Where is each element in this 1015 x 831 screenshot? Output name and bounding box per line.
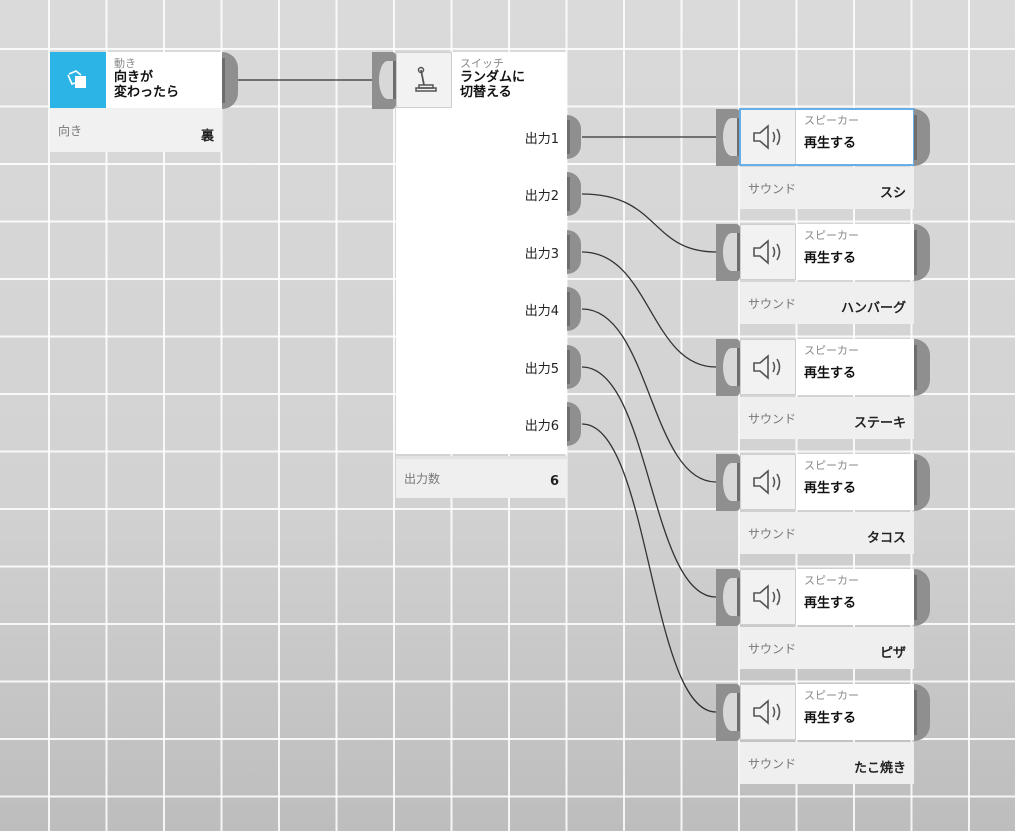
speaker-icon <box>740 454 796 510</box>
speaker-category-label: スピーカー <box>804 229 859 242</box>
speaker-sound-label: サウンド <box>748 411 797 426</box>
motion-param-label: 向き <box>58 123 83 138</box>
motion-category-label: 動き <box>114 57 136 70</box>
motion-param-row[interactable]: 向き 裏 <box>50 108 222 152</box>
switch-node-header[interactable]: スイッチ ランダムに 切替える <box>396 52 567 108</box>
switch-output-port-4[interactable] <box>567 287 581 331</box>
speaker-title: 再生する <box>804 136 857 151</box>
speaker-category-label: スピーカー <box>804 459 859 472</box>
switch-param-row[interactable]: 出力数 6 <box>396 456 567 498</box>
motion-title: 向きが 変わったら <box>114 70 180 100</box>
speaker-input-port[interactable] <box>716 224 740 281</box>
switch-output-port-6[interactable] <box>567 402 581 446</box>
speaker-output-port[interactable] <box>914 224 930 281</box>
speaker-node-header[interactable]: スピーカー 再生する <box>740 569 914 625</box>
speaker-sound-label: サウンド <box>748 526 797 541</box>
speaker-input-port[interactable] <box>716 339 740 396</box>
speaker-sound-value: ハンバーグ <box>840 300 906 316</box>
speaker-sound-value: ピザ <box>879 645 906 661</box>
switch-output-label-1: 出力1 <box>524 132 559 147</box>
speaker-category-label: スピーカー <box>804 344 859 357</box>
switch-output-label-6: 出力6 <box>524 419 559 434</box>
speaker-sound-label: サウンド <box>748 296 797 311</box>
switch-output-label-4: 出力4 <box>524 304 559 319</box>
lever-switch-icon <box>396 52 452 108</box>
switch-output-port-3[interactable] <box>567 230 581 274</box>
speaker-sound-value: ステーキ <box>853 415 906 431</box>
speaker-title: 再生する <box>804 251 857 266</box>
switch-output-label-3: 出力3 <box>524 247 559 262</box>
speaker-output-port[interactable] <box>914 569 930 626</box>
switch-param-value: 6 <box>549 474 559 489</box>
switch-input-port[interactable] <box>372 52 396 109</box>
speaker-title: 再生する <box>804 711 857 726</box>
speaker-param-row[interactable]: サウンド ピザ <box>740 627 914 669</box>
speaker-param-row[interactable]: サウンド タコス <box>740 512 914 554</box>
motion-node-header[interactable]: 動き 向きが 変わったら <box>50 52 222 108</box>
speaker-param-row[interactable]: サウンド たこ焼き <box>740 742 914 784</box>
speaker-output-port[interactable] <box>914 109 930 166</box>
wire-output2-to-speaker2 <box>581 193 717 253</box>
speaker-param-row[interactable]: サウンド ステーキ <box>740 397 914 439</box>
switch-output-label-2: 出力2 <box>524 189 559 204</box>
switch-output-port-1[interactable] <box>567 115 581 159</box>
speaker-category-label: スピーカー <box>804 689 859 702</box>
speaker-title: 再生する <box>804 481 857 496</box>
wire-output5-to-speaker5 <box>581 366 717 598</box>
speaker-category-label: スピーカー <box>804 114 859 127</box>
speaker-input-port[interactable] <box>716 109 740 166</box>
speaker-input-port[interactable] <box>716 454 740 511</box>
speaker-output-port[interactable] <box>914 684 930 741</box>
speaker-node-header[interactable]: スピーカー 再生する <box>740 454 914 510</box>
wire-output6-to-speaker6 <box>581 423 717 713</box>
wire-output3-to-speaker3 <box>581 251 717 368</box>
switch-outputs-panel: 出力1 出力2 出力3 出力4 出力5 出力6 <box>396 108 567 454</box>
speaker-icon <box>740 109 796 165</box>
speaker-sound-label: サウンド <box>748 641 797 656</box>
switch-output-label-5: 出力5 <box>524 362 559 377</box>
switch-output-port-5[interactable] <box>567 345 581 389</box>
speaker-icon <box>740 684 796 740</box>
speaker-icon <box>740 339 796 395</box>
switch-title: ランダムに 切替える <box>460 70 526 100</box>
speaker-param-row[interactable]: サウンド ハンバーグ <box>740 282 914 324</box>
speaker-input-port[interactable] <box>716 569 740 626</box>
motion-param-value: 裏 <box>200 128 214 144</box>
speaker-input-port[interactable] <box>716 684 740 741</box>
speaker-node-header[interactable]: スピーカー 再生する <box>740 339 914 395</box>
motion-output-port[interactable] <box>222 52 238 109</box>
speaker-sound-value: スシ <box>879 185 906 201</box>
speaker-sound-label: サウンド <box>748 181 797 196</box>
speaker-sound-value: たこ焼き <box>853 760 906 776</box>
switch-category-label: スイッチ <box>460 57 504 70</box>
speaker-title: 再生する <box>804 366 857 381</box>
speaker-icon <box>740 569 796 625</box>
speaker-node-header[interactable]: スピーカー 再生する <box>739 108 915 166</box>
speaker-title: 再生する <box>804 596 857 611</box>
speaker-icon <box>740 224 796 280</box>
speaker-category-label: スピーカー <box>804 574 859 587</box>
speaker-output-port[interactable] <box>914 454 930 511</box>
speaker-node-header[interactable]: スピーカー 再生する <box>740 684 914 740</box>
switch-output-port-2[interactable] <box>567 172 581 216</box>
speaker-param-row[interactable]: サウンド スシ <box>740 167 914 209</box>
wire-output4-to-speaker4 <box>581 308 717 483</box>
speaker-sound-label: サウンド <box>748 756 797 771</box>
speaker-sound-value: タコス <box>866 530 906 546</box>
switch-param-label: 出力数 <box>404 472 441 486</box>
speaker-output-port[interactable] <box>914 339 930 396</box>
rotate-cards-icon <box>50 52 106 108</box>
speaker-node-header[interactable]: スピーカー 再生する <box>740 224 914 280</box>
